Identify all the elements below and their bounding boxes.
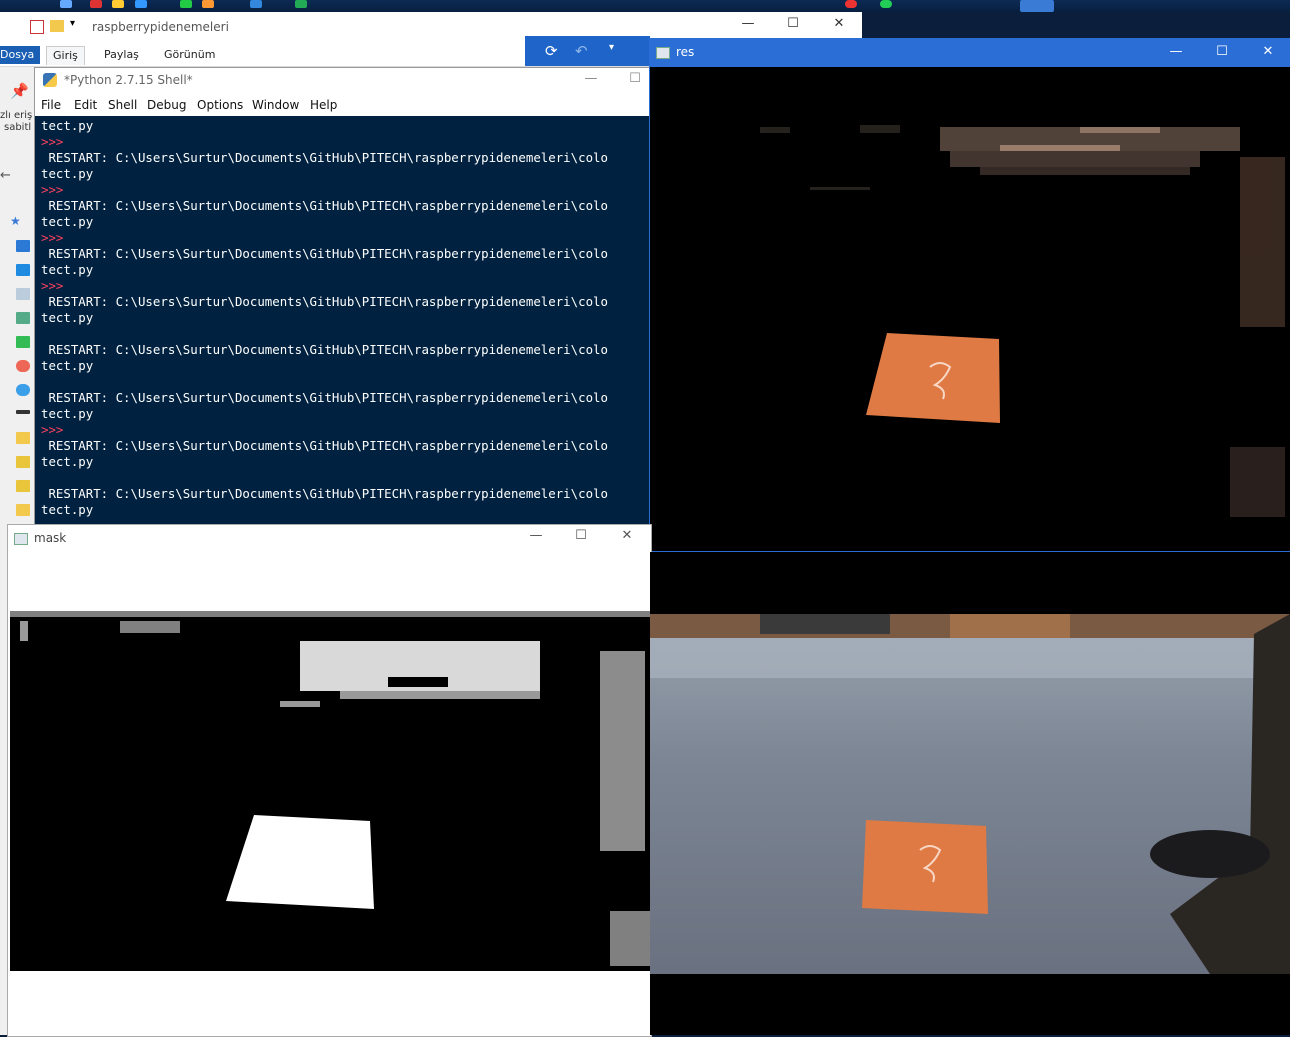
res-minimize-button[interactable]: — xyxy=(1153,44,1199,59)
tab-dosya[interactable]: Dosya xyxy=(0,46,41,64)
taskbar xyxy=(0,0,1290,12)
res-maximize-button[interactable]: ☐ xyxy=(1199,44,1245,59)
chevron-down-icon[interactable]: ▾ xyxy=(70,18,75,29)
menu-debug[interactable]: Debug xyxy=(147,98,186,112)
shell-output-line: tect.py xyxy=(41,454,94,469)
star-icon: ★ xyxy=(10,214,21,228)
shell-prompt: >>> xyxy=(41,182,64,197)
undo-icon[interactable]: ↶ xyxy=(575,42,588,60)
taskbar-app-icon[interactable] xyxy=(880,0,892,8)
taskbar-app-icon[interactable] xyxy=(180,0,192,8)
res-close-button[interactable]: ✕ xyxy=(1245,44,1290,59)
mask-image xyxy=(10,611,650,971)
taskbar-app-icon[interactable] xyxy=(202,0,214,8)
tab-giris[interactable]: Giriş xyxy=(46,46,85,65)
taskbar-app-icon[interactable] xyxy=(90,0,102,8)
res-title: res xyxy=(676,45,695,59)
shell-output-line: tect.py xyxy=(41,502,94,517)
toolbar-strip: ⟳ ↶ ▾ xyxy=(525,36,650,66)
shell-output-line: tect.py xyxy=(41,214,94,229)
checkbox-icon[interactable] xyxy=(30,20,44,34)
shell-output-line: tect.py xyxy=(41,118,94,133)
shell-output[interactable]: tect.py >>> RESTART: C:\Users\Surtur\Docu… xyxy=(35,116,651,524)
shell-output-line: RESTART: C:\Users\Surtur\Documents\GitHu… xyxy=(41,198,608,213)
explorer-maximize-button[interactable]: ☐ xyxy=(770,16,816,31)
python-shell-window: *Python 2.7.15 Shell* — ☐ File Edit Shel… xyxy=(34,67,652,525)
shell-prompt: >>> xyxy=(41,278,64,293)
mask-title: mask xyxy=(34,531,67,545)
camera-frame-image xyxy=(650,614,1290,974)
taskbar-app-icon[interactable] xyxy=(295,0,307,8)
explorer-title: raspberrypidenemeleri xyxy=(92,20,229,34)
explorer-close-button[interactable]: ✕ xyxy=(816,16,862,31)
mask-maximize-button[interactable]: ☐ xyxy=(558,528,604,543)
shell-output-line: RESTART: C:\Users\Surtur\Documents\GitHu… xyxy=(41,390,608,405)
document-icon[interactable] xyxy=(16,288,30,300)
res-image xyxy=(650,67,1290,549)
check-folder-icon[interactable] xyxy=(16,456,30,468)
explorer-minimize-button[interactable]: — xyxy=(725,16,771,31)
book-shape xyxy=(866,333,1000,423)
window-icon xyxy=(656,47,670,59)
pin-icon[interactable]: 📌 xyxy=(10,82,29,100)
shell-output-line: tect.py xyxy=(41,310,94,325)
check-folder-icon[interactable] xyxy=(16,480,30,492)
shell-output-line: RESTART: C:\Users\Surtur\Documents\GitHu… xyxy=(41,246,608,261)
mask-titlebar: mask — ☐ ✕ xyxy=(8,525,651,549)
shell-output-line: tect.py xyxy=(41,406,94,421)
shell-output-line: RESTART: C:\Users\Surtur\Documents\GitHu… xyxy=(41,150,608,165)
shell-menubar: File Edit Shell Debug Options Window Hel… xyxy=(35,94,651,116)
photos-icon[interactable] xyxy=(16,360,30,372)
menu-file[interactable]: File xyxy=(41,98,61,112)
refresh-icon[interactable]: ⟳ xyxy=(545,42,558,60)
menu-help[interactable]: Help xyxy=(310,98,337,112)
folder-icon xyxy=(50,20,64,32)
shell-title: *Python 2.7.15 Shell* xyxy=(64,73,193,87)
shell-prompt: >>> xyxy=(41,230,64,245)
res-window: res — ☐ ✕ xyxy=(649,38,1290,552)
taskbar-app-icon[interactable] xyxy=(250,0,262,8)
taskbar-app-icon[interactable] xyxy=(60,0,72,8)
taskbar-app-icon[interactable] xyxy=(112,0,124,8)
tab-gorunum[interactable]: Görünüm xyxy=(158,46,221,64)
quick-access-label: zlı eriş xyxy=(0,110,33,121)
shell-output-line: tect.py xyxy=(41,358,94,373)
shell-output-line: RESTART: C:\Users\Surtur\Documents\GitHu… xyxy=(41,294,608,309)
back-arrow-icon[interactable]: ← xyxy=(0,168,11,183)
menu-options[interactable]: Options xyxy=(197,98,243,112)
shell-output-line: RESTART: C:\Users\Surtur\Documents\GitHu… xyxy=(41,486,608,501)
disk-icon[interactable] xyxy=(16,410,30,414)
shell-output-line: tect.py xyxy=(41,262,94,277)
shell-minimize-button[interactable]: — xyxy=(568,71,614,86)
pictures-icon[interactable] xyxy=(16,312,30,324)
menu-edit[interactable]: Edit xyxy=(74,98,97,112)
window-icon xyxy=(14,533,28,545)
download-icon[interactable] xyxy=(16,264,30,276)
shell-output-line: tect.py xyxy=(41,166,94,181)
folder-icon[interactable] xyxy=(16,504,30,516)
menu-shell[interactable]: Shell xyxy=(108,98,137,112)
mask-minimize-button[interactable]: — xyxy=(513,528,559,543)
mask-window: mask — ☐ ✕ xyxy=(7,524,652,1037)
shell-prompt: >>> xyxy=(41,422,64,437)
shell-output-line: RESTART: C:\Users\Surtur\Documents\GitHu… xyxy=(41,342,608,357)
mask-close-button[interactable]: ✕ xyxy=(604,528,650,543)
res-titlebar: res — ☐ ✕ xyxy=(650,39,1290,67)
chevron-down-icon[interactable]: ▾ xyxy=(609,42,614,53)
drive-icon[interactable] xyxy=(16,336,30,348)
shell-prompt: >>> xyxy=(41,134,64,149)
taskbar-active-app[interactable] xyxy=(1020,0,1054,12)
taskbar-app-icon[interactable] xyxy=(845,0,857,8)
tab-paylas[interactable]: Paylaş xyxy=(98,46,145,64)
menu-window[interactable]: Window xyxy=(252,98,299,112)
desktop-icon[interactable] xyxy=(16,240,30,252)
frame-window xyxy=(650,552,1290,1035)
python-icon xyxy=(43,73,57,87)
shell-titlebar: *Python 2.7.15 Shell* — ☐ xyxy=(35,68,651,94)
folder-icon[interactable] xyxy=(16,432,30,444)
shell-output-line: RESTART: C:\Users\Surtur\Documents\GitHu… xyxy=(41,438,608,453)
taskbar-app-icon[interactable] xyxy=(135,0,147,8)
quick-access-label-2: sabitl xyxy=(4,122,32,133)
onedrive-icon[interactable] xyxy=(16,384,30,396)
